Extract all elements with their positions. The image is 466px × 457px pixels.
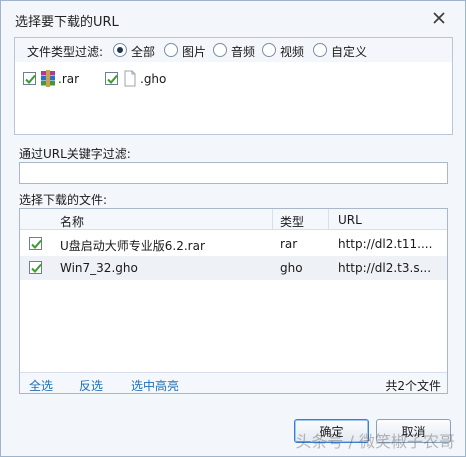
- radio-label: 全部: [131, 45, 156, 59]
- radio-label: 音频: [231, 45, 256, 59]
- extension-checkbox-gho[interactable]: [105, 72, 118, 85]
- files-section-label: 选择下载的文件:: [19, 193, 108, 207]
- table-row[interactable]: U盘启动大师专业版6.2.rar rar http://dl2.t11....: [20, 232, 447, 256]
- table-row[interactable]: Win7_32.gho gho http://dl2.t3.s...: [20, 256, 447, 280]
- invert-selection-link[interactable]: 反选: [79, 377, 103, 394]
- radio-button: [313, 43, 327, 57]
- radio-button: [213, 43, 227, 57]
- extension-checkbox-rar[interactable]: [23, 72, 36, 85]
- file-count-label: 共2个文件: [385, 379, 441, 393]
- file-url-cell: http://dl2.t11....: [338, 237, 433, 251]
- close-icon: [433, 12, 445, 24]
- column-header-url[interactable]: URL: [338, 213, 362, 227]
- download-url-dialog: 选择要下载的URL 文件类型过滤: 全部 图片 音频 视频 自定义 .rar .…: [0, 0, 466, 457]
- file-type-cell: gho: [280, 261, 303, 275]
- row-checkbox[interactable]: [29, 261, 42, 274]
- watermark: 头条号 / 微笑椒子农哥: [295, 432, 455, 451]
- select-highlighted-link[interactable]: 选中高亮: [131, 377, 179, 394]
- checkmark-icon: [25, 74, 36, 84]
- dialog-title: 选择要下载的URL: [15, 15, 119, 30]
- radio-button: [113, 43, 127, 57]
- radio-button: [262, 43, 276, 57]
- extension-label-rar: .rar: [58, 72, 80, 86]
- column-divider: [272, 209, 273, 230]
- select-all-link[interactable]: 全选: [29, 377, 53, 394]
- file-name-cell: Win7_32.gho: [60, 261, 138, 275]
- column-divider: [328, 209, 329, 230]
- blank-file-icon: [124, 70, 136, 87]
- file-type-filter-label: 文件类型过滤:: [27, 45, 104, 59]
- row-checkbox[interactable]: [29, 237, 42, 250]
- radio-button: [164, 43, 178, 57]
- title-bar: 选择要下载的URL: [1, 1, 465, 37]
- table-footer: 全选 反选 选中高亮 共2个文件: [20, 372, 447, 393]
- radio-label: 图片: [182, 45, 207, 59]
- file-name-cell: U盘启动大师专业版6.2.rar: [60, 239, 205, 253]
- file-type-cell: rar: [280, 237, 298, 251]
- column-header-name[interactable]: 名称: [60, 213, 84, 230]
- winrar-archive-icon: [41, 70, 55, 87]
- radio-label: 视频: [280, 45, 305, 59]
- checkmark-icon: [31, 239, 42, 249]
- url-keyword-filter-input[interactable]: [19, 162, 448, 184]
- url-keyword-filter-label: 通过URL关键字过滤:: [19, 147, 131, 161]
- file-url-cell: http://dl2.t3.s...: [338, 261, 432, 275]
- checkmark-icon: [107, 74, 118, 84]
- table-header: 名称 类型 URL: [20, 209, 447, 230]
- extension-label-gho: .gho: [140, 72, 167, 86]
- radio-label: 自定义: [331, 45, 368, 59]
- file-list-table: 名称 类型 URL U盘启动大师专业版6.2.rar rar http://dl…: [19, 208, 448, 394]
- file-type-filter-group: 文件类型过滤: 全部 图片 音频 视频 自定义 .rar .gho: [14, 37, 453, 135]
- file-type-filter-header: 文件类型过滤: 全部 图片 音频 视频 自定义: [15, 38, 452, 62]
- close-button[interactable]: [429, 8, 449, 28]
- checkmark-icon: [31, 263, 42, 273]
- column-header-type[interactable]: 类型: [280, 213, 304, 230]
